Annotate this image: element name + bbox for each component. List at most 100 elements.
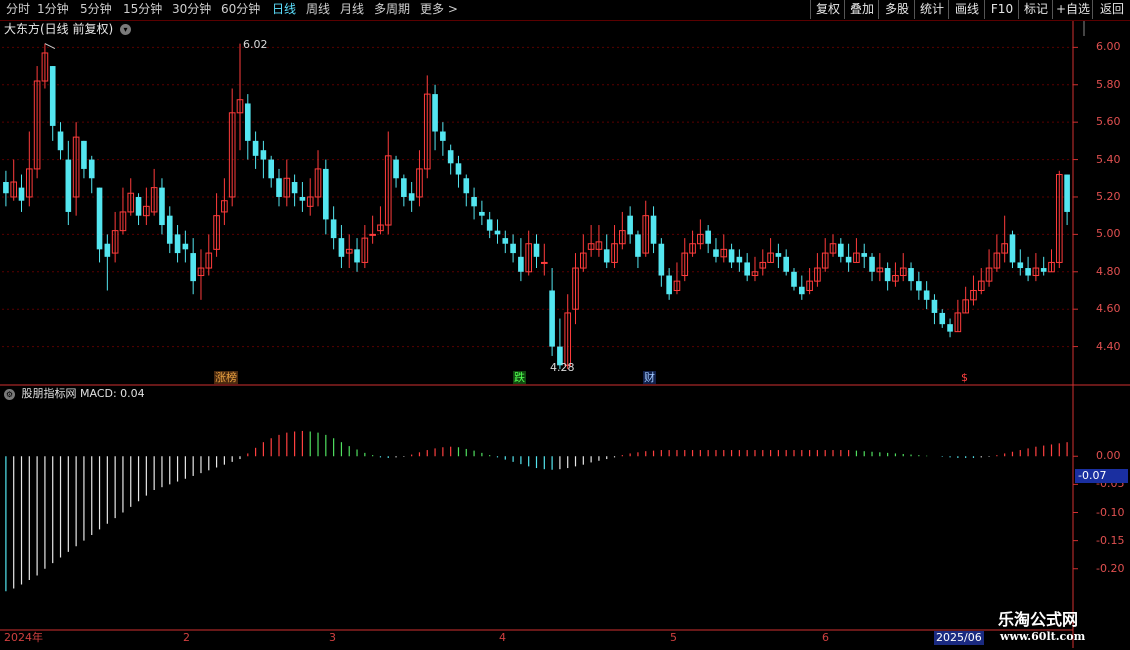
date-label-feb: 2 [183,631,190,644]
price-tick-label: 4.80 [1096,264,1121,278]
candle-body-down [96,187,103,250]
watermark-title: 乐淘公式网 [998,610,1079,629]
event-mark-dollar[interactable]: $ [960,371,969,384]
candle-body-down [252,140,259,156]
candle-body-down [939,312,946,325]
candle-body-down [88,159,95,179]
candle-body-down [845,256,852,263]
macd-histogram [5,430,1068,592]
candle-body-down [533,243,540,257]
candle-body-down [923,290,930,300]
candle-body-up [540,261,548,264]
candle-body-down [408,193,415,201]
candle-body-down [549,290,555,347]
candle-body-down [135,196,142,216]
event-mark-rank-up[interactable]: 涨榜 [214,371,238,384]
candle-body-down [658,243,665,276]
candle-body-down [471,196,477,207]
candle-body-down [401,178,407,197]
candle-body-down [104,243,111,257]
price-tick-label: 4.40 [1096,339,1121,353]
watermark-url: www.60lt.com [1000,630,1086,643]
candle-body-down [479,211,485,216]
candle-body-down [627,215,633,235]
candle-body-down [338,238,345,257]
price-tick-label: 5.00 [1096,227,1121,241]
candle-body-down [174,234,181,254]
candle-body-down [705,230,711,244]
macd-tick-label: -0.15 [1096,533,1125,547]
candle-body-down [635,234,641,257]
date-label-apr: 4 [499,631,506,644]
candle-body-down [916,281,922,291]
candle-body-down [3,182,9,194]
candle-body-down [736,256,743,263]
candle-body-down [494,230,501,235]
settings-icon[interactable]: ⚙ [4,388,15,400]
candle-body-down [1009,234,1016,263]
candle-body-down [190,253,196,282]
date-label-jun: 6 [822,631,829,644]
candle-body-down [159,187,165,226]
candle-body-down [603,249,610,263]
candle-body-down [57,131,64,151]
indicator-title: ⚙ 股朋指标网 MACD: 0.04 [4,387,145,401]
candle-body-down [260,150,267,160]
candle-body-down [447,150,454,164]
candle-body-down [931,299,938,313]
candle-body-down [49,66,56,126]
macd-tick-label: 0.00 [1096,449,1121,463]
price-tick-label: 5.40 [1096,152,1121,166]
candle-body-down [783,256,790,272]
candle-body-down [947,324,953,332]
candle-body-down [1040,268,1047,272]
price-tick-label: 4.60 [1096,302,1121,316]
candle-body-down [518,256,524,272]
candle-body-down [798,286,805,295]
candle-body-down [440,131,446,141]
candle-body-down [455,163,462,175]
candle-body-down [1017,262,1024,269]
current-value-badge: -0.07 [1075,469,1128,483]
candle-body-down [791,271,797,287]
candlestick-series [3,43,1070,370]
candle-body-down [291,182,298,194]
date-label-2024: 2024年 [4,631,43,644]
candle-body-down [268,159,275,179]
candle-body-down [510,243,516,254]
candle-body-down [775,253,782,257]
low-price-label: 4.28 [550,361,575,374]
candle-body-down [323,168,329,220]
candle-body-down [884,268,891,282]
event-mark-finance[interactable]: 财 [643,371,656,384]
candle-body-down [166,215,173,244]
candle-body-down [908,268,914,282]
candle-body-down [744,262,750,276]
candle-body-down [486,219,493,231]
macd-tick-label: -0.20 [1096,561,1125,575]
price-tick-label: 5.60 [1096,115,1121,129]
candle-body-down [81,140,87,169]
date-label-mar: 3 [329,631,336,644]
high-price-label: 6.02 [243,38,268,51]
candle-body-down [861,253,868,257]
indicator-label: 股朋指标网 MACD: 0.04 [21,387,145,400]
chart-canvas [0,0,1130,648]
macd-tick-label: -0.10 [1096,505,1125,519]
candle-body-down [354,249,360,263]
event-mark-drop[interactable]: 跌 [513,371,526,384]
price-tick-label: 5.20 [1096,189,1121,203]
candle-body-down [182,243,189,250]
high-price-pointer [44,43,56,50]
candle-body-down [330,219,337,239]
candle-body-down [1064,174,1070,212]
candle-body-down [244,103,251,141]
candle-body-down [713,249,719,257]
candle-body-down [869,256,875,272]
candle-body-down [65,159,72,212]
candle-body-down [432,94,438,132]
candle-body-down [276,178,282,197]
candle-body-down [666,275,672,295]
candle-body-down [728,249,735,263]
candle-body-down [299,196,306,201]
